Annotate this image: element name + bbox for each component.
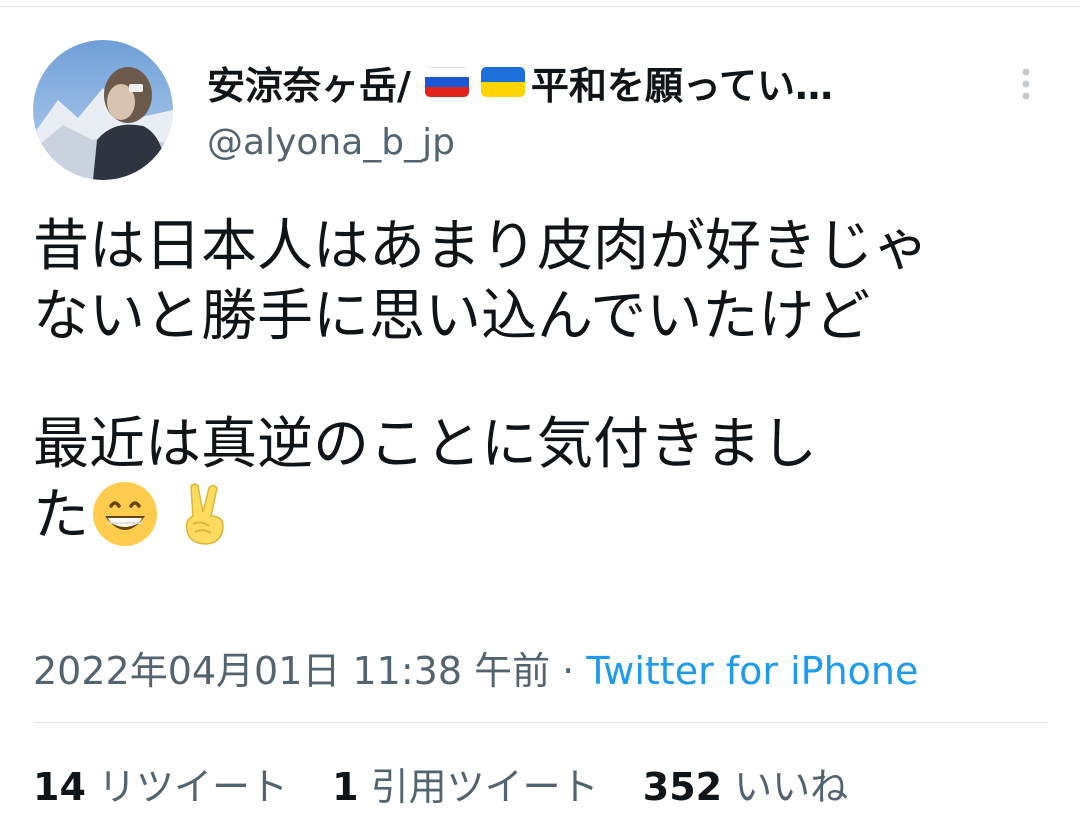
timestamp[interactable]: 2022年04月01日 11:38 午前 (33, 649, 550, 693)
avatar-photo (33, 40, 173, 180)
retweets-count: 14 (33, 765, 86, 809)
russia-flag-icon (424, 67, 469, 97)
tweet-meta: 2022年04月01日 11:38 午前 · Twitter for iPhon… (33, 640, 918, 695)
likes-stat[interactable]: 352 いいね (643, 756, 848, 811)
retweets-stat[interactable]: 14 リツイート (33, 756, 288, 811)
display-name-suffix: 平和を願ってい… (530, 63, 833, 108)
avatar[interactable] (33, 40, 173, 180)
stats-divider (33, 722, 1048, 723)
victory-hand-icon (185, 483, 224, 545)
tweet-text: 昔は日本人はあまり皮肉が好きじゃ ないと勝手に思い込んでいたけど 最近は真逆のこ… (33, 212, 1053, 550)
quotes-count: 1 (332, 765, 359, 809)
tweet-line-1: 昔は日本人はあまり皮肉が好きじゃ (33, 214, 929, 279)
display-name-text: 安涼奈ヶ岳/ (207, 63, 411, 108)
tweet-line-3: 最近は真逆のことに気付きまし (33, 412, 817, 477)
grinning-face-icon (93, 482, 157, 546)
top-divider (0, 6, 1080, 7)
more-options-icon[interactable] (1012, 64, 1040, 104)
user-handle[interactable]: @alyona_b_jp (207, 122, 455, 163)
likes-label: いいね (734, 765, 849, 809)
likes-count: 352 (642, 765, 723, 809)
ukraine-flag-icon (480, 67, 525, 97)
tweet-line-4-text: た (33, 483, 89, 548)
retweets-label: リツイート (97, 765, 288, 809)
source-link[interactable]: Twitter for iPhone (586, 649, 918, 693)
tweet-line-2: ないと勝手に思い込んでいたけど (33, 284, 871, 349)
quotes-label: 引用ツイート (370, 765, 599, 809)
display-name[interactable]: 安涼奈ヶ岳/ 平和を願ってい… (207, 52, 833, 112)
meta-separator: · (550, 649, 587, 693)
engagement-stats: 14 リツイート 1 引用ツイート 352 いいね (33, 756, 880, 811)
tweet-detail: 安涼奈ヶ岳/ 平和を願ってい… @alyona_b_jp 昔は日本人はあまり皮肉… (0, 0, 1080, 832)
tweet-line-4: た (33, 480, 1053, 550)
quotes-stat[interactable]: 1 引用ツイート (332, 756, 599, 811)
